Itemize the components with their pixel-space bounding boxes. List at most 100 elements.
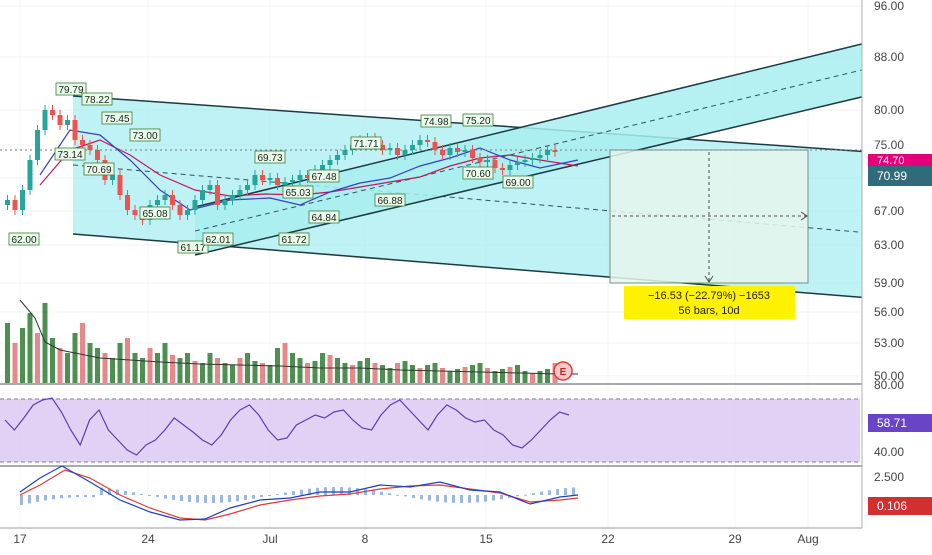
candle-body bbox=[402, 150, 408, 155]
price-callout-label: 66.88 bbox=[377, 196, 402, 207]
candle-body bbox=[132, 210, 138, 215]
candle-body bbox=[410, 145, 415, 150]
volume-bar bbox=[440, 368, 445, 383]
candle-body bbox=[282, 182, 288, 185]
candle-body bbox=[537, 155, 543, 158]
macd-hist-bar bbox=[164, 495, 167, 499]
macd-hist-bar bbox=[180, 495, 183, 502]
volume-bar bbox=[462, 367, 468, 383]
time-tick-label: 15 bbox=[479, 532, 493, 546]
macd-hist-bar bbox=[284, 492, 287, 495]
candle-body bbox=[87, 145, 93, 150]
macd-hist-bar bbox=[516, 495, 519, 497]
price-tick-label: 59.00 bbox=[874, 276, 904, 290]
macd-hist-bar bbox=[84, 495, 87, 498]
price-callout-label: 61.72 bbox=[281, 235, 306, 246]
volume-bar bbox=[485, 368, 490, 383]
candle-body bbox=[500, 168, 505, 170]
candle-body bbox=[417, 140, 423, 145]
macd-hist-bar bbox=[220, 495, 223, 503]
macd-hist-bar bbox=[20, 495, 23, 505]
tradingview-chart[interactable]: −16.53 (−22.79%) −1653 56 bars, 10d 79.7… bbox=[0, 0, 932, 550]
price-callout-label: 69.00 bbox=[505, 178, 530, 189]
candle-body bbox=[200, 190, 205, 200]
candle-body bbox=[485, 160, 490, 162]
macd-value-label: 0.106 bbox=[877, 499, 907, 513]
macd-hist-bar bbox=[388, 493, 391, 495]
candle-body bbox=[207, 185, 213, 190]
macd-hist-bar bbox=[204, 495, 207, 503]
candle-body bbox=[5, 200, 10, 205]
macd-hist-bar bbox=[452, 495, 455, 503]
volume-bar bbox=[425, 365, 430, 383]
price-callout-label: 71.71 bbox=[353, 139, 378, 150]
candle-body bbox=[42, 110, 48, 130]
candle-body bbox=[215, 185, 220, 205]
candle-body bbox=[170, 195, 175, 205]
price-tick-label: 88.00 bbox=[874, 50, 904, 64]
macd-hist-bar bbox=[148, 495, 151, 496]
price-callout-label: 75.20 bbox=[465, 116, 490, 127]
macd-hist-bar bbox=[460, 495, 463, 503]
price-callout-label: 62.01 bbox=[205, 235, 230, 246]
macd-hist-bar bbox=[316, 487, 319, 495]
volume-bar bbox=[35, 333, 40, 383]
candle-body bbox=[125, 195, 130, 210]
macd-hist-bar bbox=[236, 495, 239, 502]
macd-hist-bar bbox=[356, 488, 359, 495]
candle-body bbox=[155, 200, 160, 205]
volume-bar bbox=[215, 358, 220, 383]
volume-bar bbox=[335, 358, 340, 383]
volume-bar bbox=[72, 333, 78, 383]
volume-bar bbox=[65, 353, 70, 383]
time-tick-label: Aug bbox=[797, 532, 818, 546]
chart-root[interactable]: −16.53 (−22.79%) −1653 56 bars, 10d 79.7… bbox=[0, 0, 932, 550]
candle-body bbox=[320, 165, 325, 170]
candle-body bbox=[162, 195, 168, 200]
volume-bar bbox=[507, 367, 513, 383]
macd-hist-bar bbox=[132, 492, 135, 495]
candle-body bbox=[447, 148, 453, 155]
volume-bar bbox=[537, 371, 543, 383]
candle-body bbox=[80, 140, 85, 145]
volume-bar bbox=[477, 363, 483, 383]
measure-tool[interactable]: −16.53 (−22.79%) −1653 56 bars, 10d bbox=[609, 149, 809, 319]
volume-bar bbox=[155, 353, 160, 383]
macd-hist-bar bbox=[156, 495, 159, 498]
volume-bar bbox=[12, 343, 18, 383]
price-callout-label: 73.14 bbox=[57, 150, 82, 161]
macd-hist-bar bbox=[340, 487, 343, 495]
macd-hist-bar bbox=[404, 495, 407, 497]
rsi-band bbox=[0, 399, 860, 462]
macd-hist-bar bbox=[172, 495, 175, 500]
volume-bar bbox=[125, 338, 130, 383]
volume-bar bbox=[395, 363, 400, 383]
candle-body bbox=[35, 130, 40, 160]
price-callout-label: 65.08 bbox=[142, 209, 167, 220]
price-tick-label: 96.00 bbox=[874, 0, 904, 13]
macd-hist-bar bbox=[500, 495, 503, 500]
volume-bar bbox=[110, 358, 115, 383]
volume-bar bbox=[327, 355, 333, 383]
candle-body bbox=[395, 148, 400, 155]
volume-bar bbox=[290, 353, 295, 383]
macd-hist-bar bbox=[124, 490, 127, 495]
candle-body bbox=[342, 150, 348, 155]
candle-body bbox=[432, 142, 438, 150]
candle-body bbox=[530, 158, 535, 160]
macd-hist-bar bbox=[468, 495, 471, 503]
macd-hist-bar bbox=[548, 490, 551, 495]
volume-bar bbox=[470, 365, 475, 383]
volume-bar bbox=[402, 361, 408, 383]
volume-bar bbox=[305, 363, 310, 383]
volume-bar bbox=[80, 323, 85, 383]
macd-hist-bar bbox=[372, 490, 375, 495]
macd-hist-bar bbox=[436, 495, 439, 502]
price-callout-label: 75.45 bbox=[104, 114, 129, 125]
macd-hist-bar bbox=[228, 495, 231, 503]
price-tick-label: 53.00 bbox=[874, 336, 904, 350]
volume-bar bbox=[380, 365, 385, 383]
time-tick-label: 24 bbox=[141, 532, 155, 546]
macd-hist-bar bbox=[556, 489, 559, 495]
volume-bar bbox=[447, 371, 453, 383]
